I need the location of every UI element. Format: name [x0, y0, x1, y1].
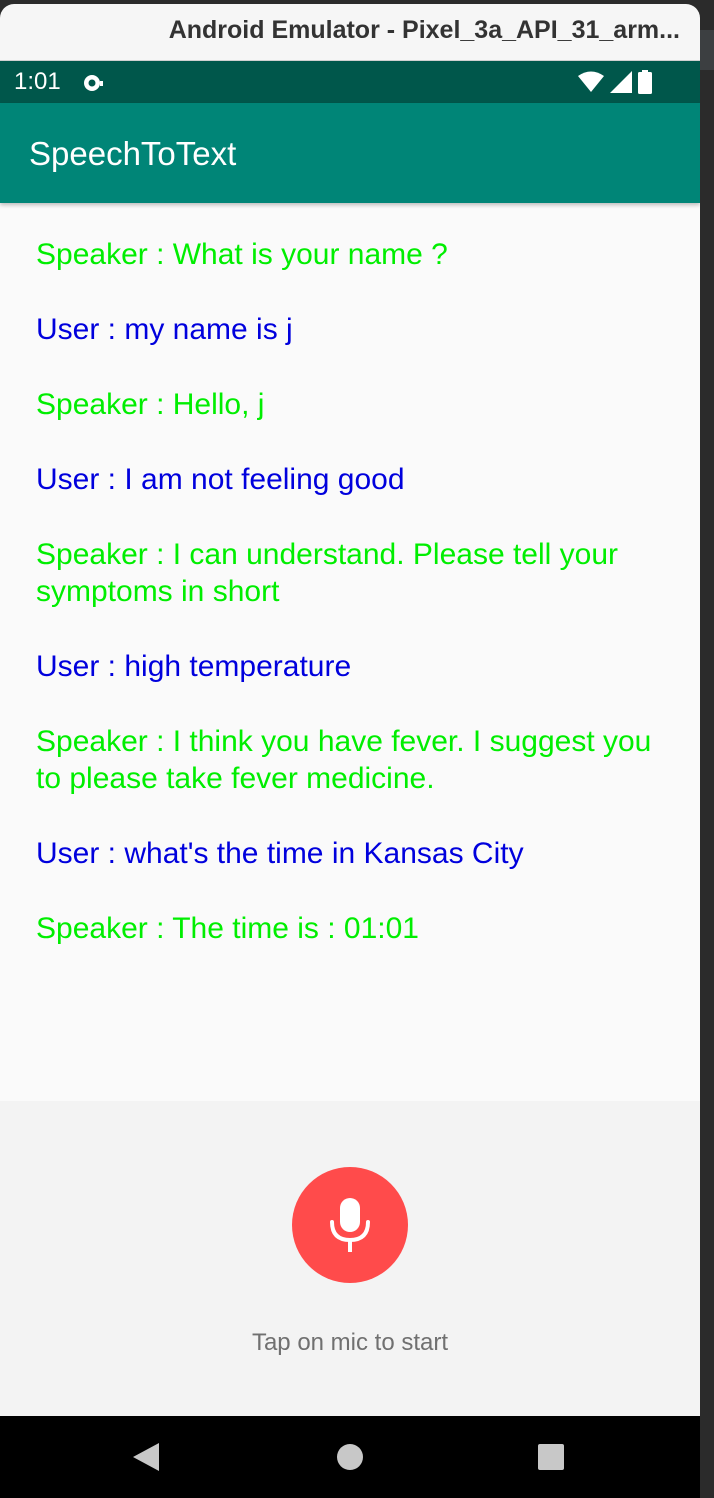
window-titlebar[interactable]: Android Emulator - Pixel_3a_API_31_arm..… [0, 4, 700, 61]
status-time: 1:01 [14, 68, 61, 95]
ide-code-strip [698, 1090, 714, 1498]
user-message: User : I am not feeling good [36, 463, 405, 496]
conversation-list: Speaker : What is your name ? User : my … [36, 236, 666, 985]
navigation-bar [0, 1416, 700, 1498]
status-bar: 1:01 [0, 61, 700, 103]
speaker-message: Speaker : I think you have fever. I sugg… [36, 725, 652, 795]
window-title: Android Emulator - Pixel_3a_API_31_arm..… [168, 16, 680, 44]
wifi-icon [578, 71, 604, 92]
speaker-message: Speaker : I can understand. Please tell … [36, 538, 619, 608]
user-message: User : high temperature [36, 650, 352, 683]
mic-button[interactable] [292, 1167, 408, 1283]
microphone-icon [330, 1198, 370, 1252]
speaker-message: Speaker : What is your name ? [36, 238, 448, 271]
recents-icon[interactable] [537, 1442, 567, 1472]
user-message: User : what's the time in Kansas City [36, 837, 524, 870]
speaker-message: Speaker : The time is : 01:01 [36, 912, 419, 945]
emulator-window: Android Emulator - Pixel_3a_API_31_arm..… [0, 4, 700, 1498]
mic-hint-text: Tap on mic to start [251, 1329, 449, 1356]
mic-panel: Tap on mic to start [0, 1101, 700, 1416]
back-icon[interactable] [131, 1442, 161, 1472]
notification-icon [84, 75, 103, 91]
phone-screen: 1:01 SpeechToText Speaker: What is your… [0, 61, 700, 1498]
app-title: SpeechToText [29, 135, 237, 172]
status-icons [578, 70, 652, 94]
app-bar: SpeechToText [0, 103, 700, 203]
home-icon[interactable] [336, 1442, 366, 1472]
speaker-message: Speaker : Hello, j [36, 388, 265, 421]
battery-icon [638, 70, 652, 94]
user-message: User : my name is j [36, 313, 293, 346]
signal-icon [610, 71, 632, 93]
ide-top-strip [698, 30, 714, 70]
